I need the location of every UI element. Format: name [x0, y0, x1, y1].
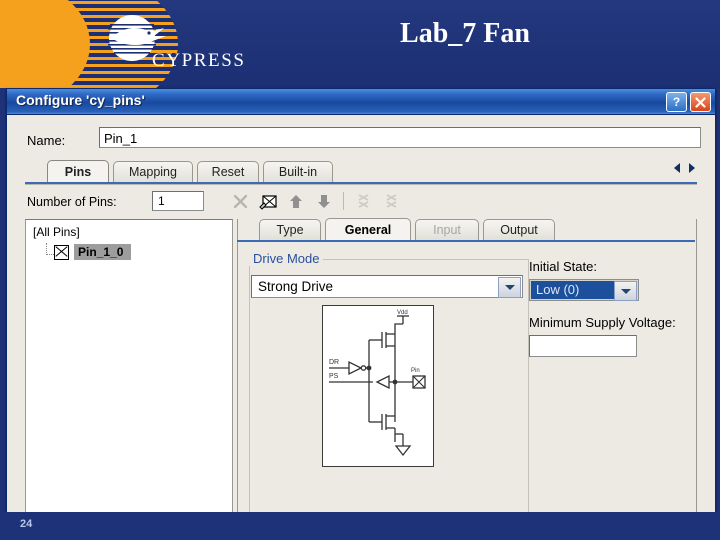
- move-up-icon[interactable]: [283, 190, 309, 212]
- tree-item-pin-1-0[interactable]: Pin_1_0: [54, 244, 132, 260]
- tab-output-label: Output: [500, 223, 538, 237]
- initial-state-select[interactable]: Low (0): [529, 279, 639, 301]
- pins-toolbar: Number of Pins: 1: [27, 191, 695, 213]
- tab-input: Input: [415, 219, 479, 240]
- initial-state-chevron-down-icon[interactable]: [614, 281, 637, 301]
- drive-mode-value: Strong Drive: [258, 279, 334, 294]
- tab-output[interactable]: Output: [483, 219, 555, 240]
- tab-input-label: Input: [433, 223, 461, 237]
- slide-footer: [0, 512, 720, 540]
- tab-built-in-label: Built-in: [278, 165, 318, 179]
- tab-next-icon[interactable]: [689, 163, 695, 173]
- collapse-pins-icon: [378, 190, 404, 212]
- tab-built-in[interactable]: Built-in: [263, 161, 333, 182]
- tab-pins-label: Pins: [64, 164, 92, 179]
- close-button[interactable]: [690, 92, 711, 112]
- name-input[interactable]: Pin_1: [99, 127, 701, 148]
- question-mark-icon: ?: [672, 95, 681, 109]
- pin-tree-panel[interactable]: [All Pins] Pin_1_0: [25, 219, 233, 540]
- slide: CYPRESS Lab_7 Fan Configure 'cy_pins' ? …: [0, 0, 720, 540]
- schematic-vdd-label: Vdd: [397, 310, 408, 316]
- tab-reset[interactable]: Reset: [197, 161, 259, 182]
- cypress-wordmark: CYPRESS: [152, 50, 246, 71]
- tab-type[interactable]: Type: [259, 219, 321, 240]
- tab-general[interactable]: General: [325, 218, 411, 240]
- close-icon: [695, 96, 706, 108]
- tab-general-label: General: [344, 222, 392, 237]
- tab-pins[interactable]: Pins: [47, 160, 109, 182]
- tab-mapping[interactable]: Mapping: [113, 161, 193, 182]
- schematic-svg: Vdd DR PS Pin: [329, 310, 426, 457]
- schematic-pin-label: Pin: [411, 368, 420, 374]
- name-label: Name:: [27, 133, 66, 148]
- minimum-supply-voltage-input[interactable]: [529, 335, 637, 357]
- tab-prev-icon[interactable]: [674, 163, 680, 173]
- schematic-ps-label: PS: [329, 373, 339, 380]
- move-down-icon[interactable]: [311, 190, 337, 212]
- tab-scroll-buttons: [674, 163, 695, 173]
- initial-state-value: Low (0): [531, 281, 615, 299]
- tree-item-label: Pin_1_0: [74, 244, 132, 260]
- drive-mode-label: Drive Mode: [249, 251, 324, 266]
- schematic-dr-label: DR: [329, 359, 339, 366]
- help-button[interactable]: ?: [666, 92, 687, 112]
- slide-number: 24: [20, 518, 33, 530]
- dialog-title: Configure 'cy_pins': [16, 92, 145, 108]
- tab-type-label: Type: [276, 223, 304, 237]
- drive-mode-chevron-down-icon[interactable]: [498, 277, 521, 298]
- tree-root-label: [All Pins]: [33, 225, 80, 239]
- pin-property-tabs: Type General Input Output: [237, 218, 695, 240]
- number-of-pins-label: Number of Pins:: [27, 195, 117, 209]
- cypress-swoosh-inner: [0, 0, 82, 88]
- toolbar-separator: [343, 192, 344, 210]
- page-title: Lab_7 Fan: [400, 18, 530, 49]
- inner-tabs-underline: [237, 240, 695, 242]
- initial-state-label: Initial State:: [529, 259, 597, 274]
- number-of-pins-input[interactable]: 1: [152, 191, 204, 211]
- titlebar-buttons: ?: [666, 92, 711, 112]
- pin-icon: [54, 244, 69, 260]
- dialog-tabs: Pins Mapping Reset Built-in: [25, 160, 697, 182]
- slide-header-banner: CYPRESS Lab_7 Fan: [0, 0, 720, 88]
- expand-pins-icon: [350, 190, 376, 212]
- tab-mapping-label: Mapping: [129, 165, 177, 179]
- cypress-logo: CYPRESS: [92, 14, 252, 76]
- rename-pin-icon[interactable]: [255, 190, 281, 212]
- dialog-body: Name: Pin_1 Pins Mapping Reset Built-in: [7, 115, 715, 540]
- configure-cy-pins-dialog: Configure 'cy_pins' ? Name: Pin_1 Pins M…: [6, 88, 716, 540]
- delete-pin-icon[interactable]: [227, 190, 253, 212]
- drive-mode-select[interactable]: Strong Drive: [251, 275, 523, 298]
- tabs-underline-soft: [25, 184, 697, 185]
- dialog-titlebar[interactable]: Configure 'cy_pins' ?: [7, 89, 715, 115]
- tab-reset-label: Reset: [211, 165, 245, 179]
- minimum-supply-voltage-label: Minimum Supply Voltage:: [529, 315, 676, 330]
- drive-mode-schematic: Vdd DR PS Pin: [322, 305, 434, 467]
- pins-toolbar-icons: [227, 190, 404, 212]
